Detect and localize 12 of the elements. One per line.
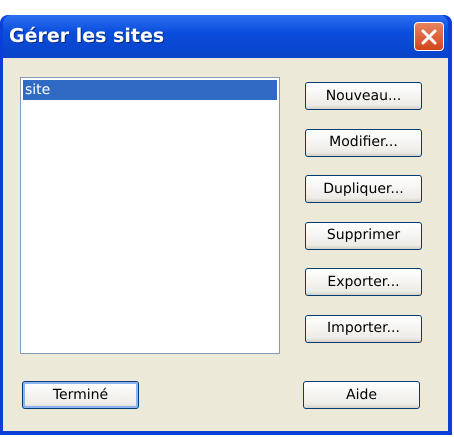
action-button[interactable]: Modifier... (305, 128, 422, 156)
action-button[interactable]: Importer... (305, 314, 422, 342)
action-button[interactable]: Dupliquer... (305, 175, 422, 203)
close-icon (420, 28, 438, 46)
close-button[interactable] (414, 22, 444, 51)
list-item[interactable]: site (23, 80, 277, 100)
dialog-button[interactable]: Aide (303, 381, 420, 409)
window-title: Gérer les sites (9, 24, 164, 50)
action-button[interactable]: Exporter... (305, 268, 422, 296)
dialog-button[interactable]: Terminé (22, 381, 139, 409)
action-button[interactable]: Supprimer (305, 222, 422, 250)
action-button[interactable]: Nouveau... (305, 82, 422, 110)
